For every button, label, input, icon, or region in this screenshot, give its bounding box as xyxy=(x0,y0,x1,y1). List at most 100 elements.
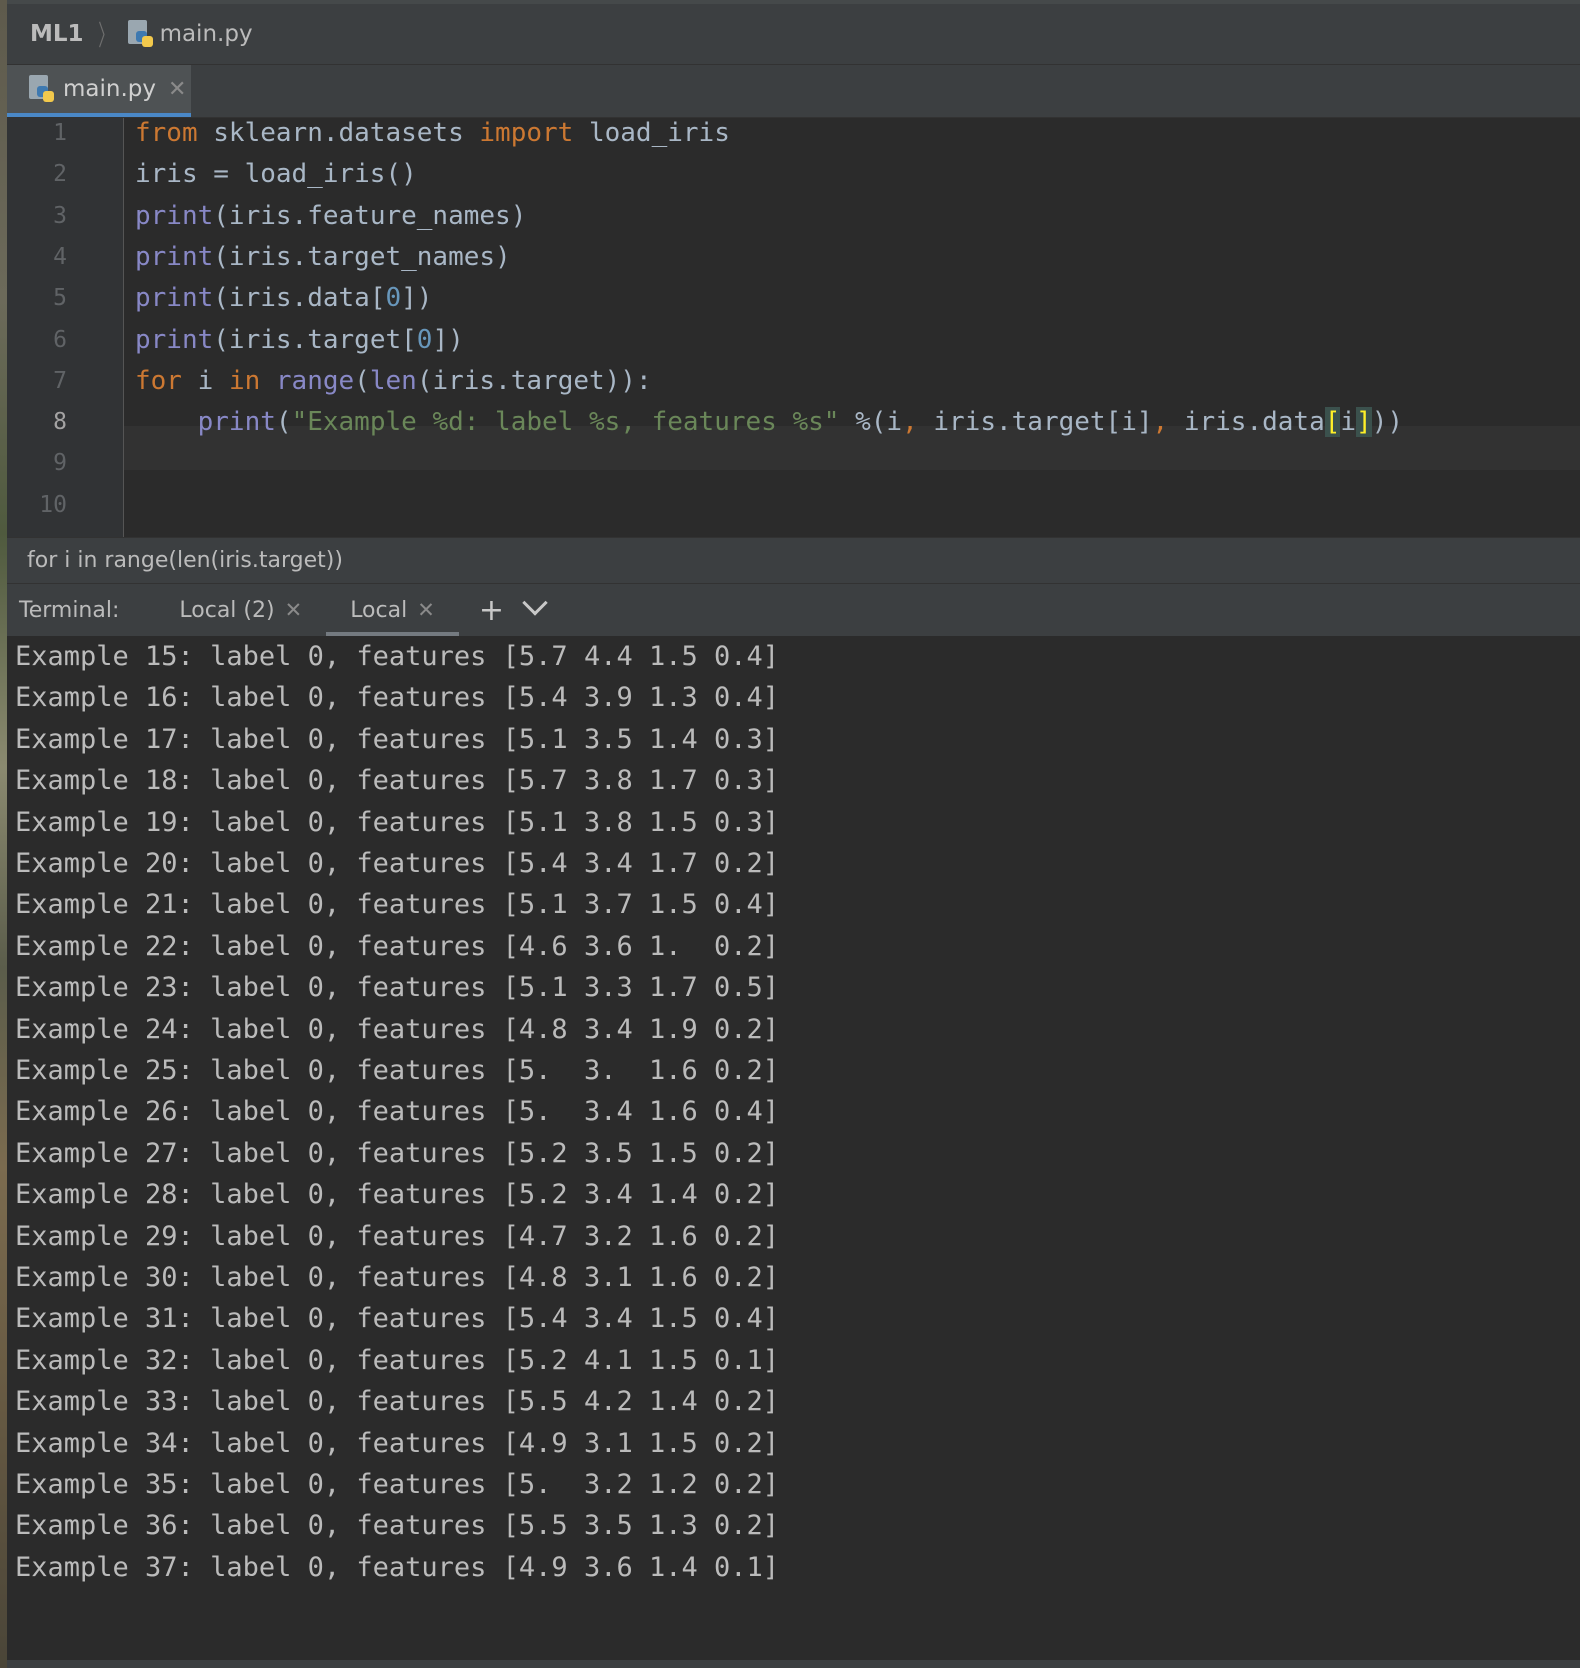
code-token: range xyxy=(275,365,355,396)
terminal-output-line: Example 16: label 0, features [5.4 3.9 1… xyxy=(15,682,780,714)
code-token: , xyxy=(902,407,918,438)
breadcrumb-scope[interactable]: for i in range(len(iris.target)) xyxy=(27,548,343,573)
code-line[interactable]: print(iris.target_names) xyxy=(135,242,511,272)
code-token: (iris.feature_names) xyxy=(213,200,527,231)
code-token: (iris.target[ xyxy=(213,324,417,355)
code-token: i xyxy=(181,365,229,396)
terminal-tab-local-2[interactable]: Local (2) ✕ xyxy=(155,584,326,636)
code-token: ] xyxy=(1356,407,1372,438)
tab-main-py[interactable]: main.py ✕ xyxy=(7,65,191,117)
line-number: 3 xyxy=(53,202,67,229)
line-number: 4 xyxy=(53,243,67,270)
terminal-title: Terminal: xyxy=(19,597,120,623)
code-token: ]) xyxy=(401,283,433,314)
line-number: 6 xyxy=(53,326,67,353)
close-icon[interactable]: ✕ xyxy=(168,77,186,102)
line-number: 2 xyxy=(53,161,67,188)
code-line[interactable]: iris = load_iris() xyxy=(135,159,417,189)
line-number: 5 xyxy=(53,285,67,312)
code-line[interactable]: for i in range(len(iris.target)): xyxy=(135,366,652,396)
code-line[interactable]: print(iris.data[0]) xyxy=(135,283,432,313)
code-token: %(i xyxy=(839,407,903,438)
terminal-output-line: Example 21: label 0, features [5.1 3.7 1… xyxy=(15,889,780,921)
code-token: load_iris xyxy=(573,118,730,148)
code-token: 0 xyxy=(385,283,402,314)
code-token: )) xyxy=(1371,407,1404,438)
code-token: print xyxy=(135,283,214,314)
line-number: 8 xyxy=(53,409,67,436)
code-token: ( xyxy=(354,365,370,396)
terminal-output-line: Example 35: label 0, features [5. 3.2 1.… xyxy=(15,1469,780,1500)
terminal-tab-label: Local (2) xyxy=(179,597,275,623)
terminal-output-line: Example 22: label 0, features [4.6 3.6 1… xyxy=(15,930,780,962)
code-token: i xyxy=(1340,407,1357,438)
code-token: ]) xyxy=(432,324,464,355)
code-token: import xyxy=(479,118,574,148)
code-token: iris = load_iris() xyxy=(135,159,417,190)
terminal-toolbar: Terminal: Local (2) ✕ Local ✕ + xyxy=(7,584,1580,636)
code-line[interactable]: from sklearn.datasets import load_iris xyxy=(135,118,730,148)
code-editor[interactable]: 1 2 3 4 5 6 7 8 9 10 from sklearn.datasets import… xyxy=(7,118,1580,537)
code-breadcrumb: for i in range(len(iris.target)) xyxy=(7,537,1580,584)
chevron-down-icon[interactable] xyxy=(522,590,548,616)
code-token: print xyxy=(197,407,276,438)
terminal-output-line: Example 20: label 0, features [5.4 3.4 1… xyxy=(15,848,780,879)
code-token: iris.data xyxy=(1168,407,1325,438)
code-token: (iris.data[ xyxy=(213,283,386,314)
code-token: for xyxy=(135,365,182,396)
window-bottom-border xyxy=(7,1660,1580,1668)
code-line[interactable]: print("Example %d: label %s, features %s… xyxy=(135,407,1404,438)
terminal-output-line: Example 29: label 0, features [4.7 3.2 1… xyxy=(15,1220,780,1252)
close-icon[interactable]: ✕ xyxy=(285,598,303,622)
add-terminal-button[interactable]: + xyxy=(479,593,504,628)
code-token: len xyxy=(369,365,417,396)
code-token: sklearn.datasets xyxy=(197,118,480,148)
background-strip xyxy=(0,0,7,1668)
terminal-output-line: Example 24: label 0, features [4.8 3.4 1… xyxy=(15,1013,780,1045)
line-number: 9 xyxy=(53,450,67,477)
code-token: 0 xyxy=(416,324,433,355)
code-token: print xyxy=(135,324,214,355)
terminal-output-line: Example 30: label 0, features [4.8 3.1 1… xyxy=(15,1262,780,1293)
terminal-output-line: Example 15: label 0, features [5.7 4.4 1… xyxy=(15,641,780,672)
navigation-bar: ML1 〉 main.py xyxy=(7,4,1580,65)
python-file-icon xyxy=(29,75,55,103)
code-token: print xyxy=(135,241,214,272)
code-token: , xyxy=(1152,407,1169,438)
terminal-output-line: Example 34: label 0, features [4.9 3.1 1… xyxy=(15,1427,780,1459)
terminal-output-line: Example 37: label 0, features [4.9 3.6 1… xyxy=(15,1551,780,1583)
terminal-tab-local[interactable]: Local ✕ xyxy=(326,584,459,636)
terminal-output-line: Example 25: label 0, features [5. 3. 1.6… xyxy=(15,1055,780,1086)
code-token: (iris.target)): xyxy=(416,365,652,396)
code-token: print xyxy=(135,200,214,231)
close-icon[interactable]: ✕ xyxy=(417,598,435,622)
code-line[interactable]: print(iris.target[0]) xyxy=(135,325,464,355)
editor-tab-bar: main.py ✕ xyxy=(7,65,1580,118)
terminal-output-line: Example 36: label 0, features [5.5 3.5 1… xyxy=(15,1510,780,1542)
code-line[interactable]: print(iris.feature_names) xyxy=(135,201,526,231)
terminal-output-line: Example 19: label 0, features [5.1 3.8 1… xyxy=(15,806,780,838)
terminal-output[interactable]: Example 15: label 0, features [5.7 4.4 1… xyxy=(7,637,1580,1660)
code-token: "Example %d: label %s, features %s" xyxy=(291,407,840,438)
terminal-output-line: Example 18: label 0, features [5.7 3.8 1… xyxy=(15,765,780,797)
code-token: ( xyxy=(275,407,292,438)
code-token: from xyxy=(135,118,198,148)
tab-label: main.py xyxy=(63,76,156,102)
line-number-gutter: 1 2 3 4 5 6 7 8 9 10 xyxy=(7,118,124,537)
nav-file-name[interactable]: main.py xyxy=(160,21,253,47)
terminal-tab-label: Local xyxy=(350,597,408,623)
project-name[interactable]: ML1 xyxy=(30,21,84,47)
line-number: 7 xyxy=(53,367,67,394)
terminal-output-line: Example 26: label 0, features [5. 3.4 1.… xyxy=(15,1096,780,1128)
code-token: iris.target[i] xyxy=(917,407,1153,438)
line-number: 1 xyxy=(53,120,67,146)
code-token: (iris.target_names) xyxy=(213,241,511,272)
terminal-output-line: Example 23: label 0, features [5.1 3.3 1… xyxy=(15,972,780,1004)
terminal-output-line: Example 17: label 0, features [5.1 3.5 1… xyxy=(15,723,780,755)
line-number: 10 xyxy=(39,491,67,518)
terminal-output-line: Example 31: label 0, features [5.4 3.4 1… xyxy=(15,1303,780,1335)
terminal-output-line: Example 27: label 0, features [5.2 3.5 1… xyxy=(15,1137,780,1169)
terminal-output-line: Example 33: label 0, features [5.5 4.2 1… xyxy=(15,1386,780,1418)
